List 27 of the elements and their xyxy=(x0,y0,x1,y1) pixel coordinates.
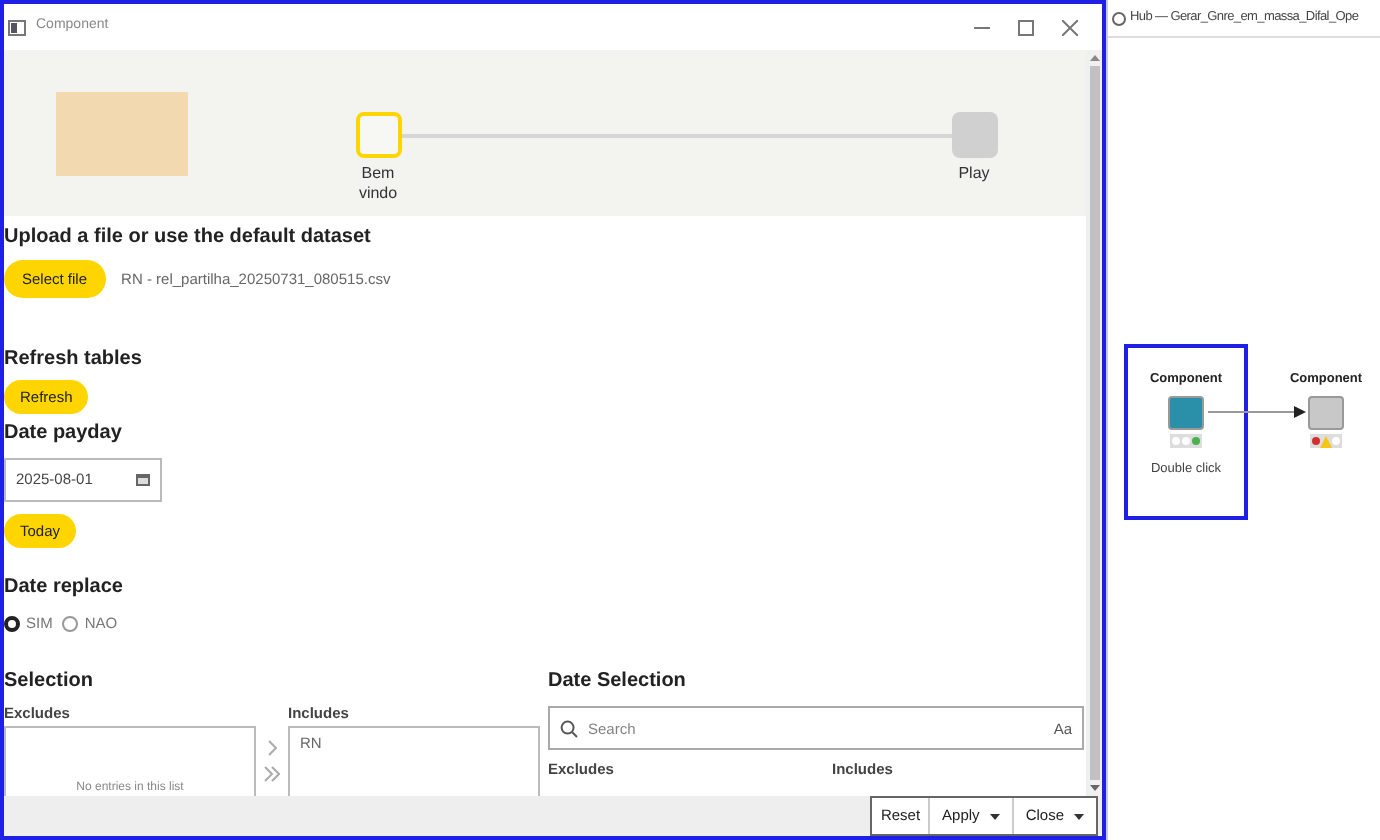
caret-icon xyxy=(1074,813,1084,819)
close-icon[interactable] xyxy=(1062,19,1078,35)
scroll-down-icon[interactable] xyxy=(1089,784,1099,792)
scroll-up-icon[interactable] xyxy=(1089,54,1099,62)
illustration-placeholder xyxy=(56,92,188,176)
section-heading: Date replace xyxy=(4,576,125,600)
connection-arrow xyxy=(1208,406,1306,418)
section-heading: Refresh tables xyxy=(4,348,144,372)
window-icon xyxy=(8,19,26,35)
step-marker[interactable] xyxy=(951,112,997,158)
search-icon xyxy=(560,719,578,738)
section-heading: Selection xyxy=(4,670,95,695)
move-right-icon[interactable] xyxy=(267,740,277,757)
status-icon xyxy=(1310,433,1342,448)
section-heading: Date payday xyxy=(4,422,124,446)
step-marker[interactable] xyxy=(355,112,401,158)
calendar-icon[interactable] xyxy=(136,474,150,486)
status-icon xyxy=(1170,433,1202,448)
scrollbar[interactable] xyxy=(1086,50,1102,796)
section-heading: Date Selection xyxy=(548,670,688,695)
workflow-icon xyxy=(1112,11,1126,25)
step-label: Bem vindo xyxy=(356,164,400,204)
section-heading: Upload a file or use the default dataset xyxy=(4,226,373,250)
maximize-icon[interactable] xyxy=(1018,19,1034,35)
move-all-right-icon[interactable] xyxy=(264,766,280,783)
step-label: Play xyxy=(956,164,992,184)
caret-icon xyxy=(989,813,1000,819)
